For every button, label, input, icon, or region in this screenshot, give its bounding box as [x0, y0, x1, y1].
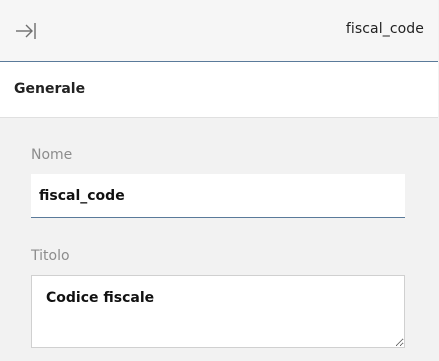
general-form: Nome Titolo Codice fiscale [0, 118, 438, 361]
tab-bar: Generale [0, 62, 438, 118]
panel-header: fiscal_code [0, 0, 438, 62]
name-input[interactable] [31, 174, 405, 218]
title-label: Titolo [31, 248, 70, 264]
title-textarea[interactable]: Codice fiscale [31, 275, 405, 348]
collapse-panel-right-icon [16, 23, 36, 39]
name-label: Nome [31, 147, 73, 163]
properties-panel: fiscal_code Generale Nome Titolo Codice … [0, 0, 438, 361]
tab-generale[interactable]: Generale [14, 81, 85, 97]
panel-title: fiscal_code [345, 21, 424, 37]
collapse-panel-button[interactable] [12, 20, 38, 42]
